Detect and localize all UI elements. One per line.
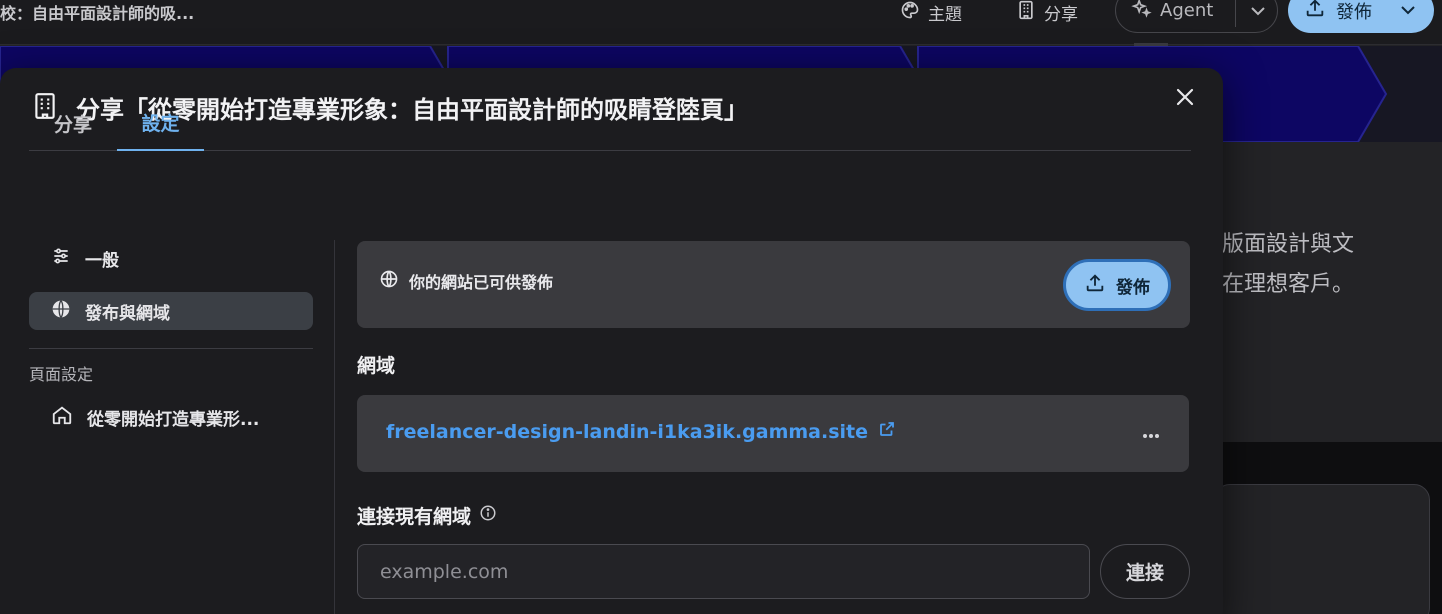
divider	[334, 240, 335, 614]
agent-button[interactable]: Agent	[1115, 0, 1278, 33]
domain-heading: 網域	[357, 355, 396, 377]
chevron-down-icon[interactable]	[1246, 0, 1270, 28]
publish-message-text: 你的網站已可供發佈	[409, 273, 554, 292]
connect-button[interactable]: 連接	[1100, 544, 1190, 599]
custom-domain-heading-text: 連接現有網域	[357, 506, 472, 528]
external-link-icon	[878, 420, 896, 443]
agent-label: Agent	[1160, 0, 1214, 21]
tab-share[interactable]: 分享	[29, 96, 117, 151]
publish-top-label: 發佈	[1336, 1, 1372, 23]
publish-button[interactable]: 發佈	[1063, 259, 1171, 311]
sliders-icon	[51, 246, 71, 271]
share-button[interactable]: 分享	[1016, 0, 1078, 25]
chevron-down-icon[interactable]	[1396, 0, 1420, 27]
divider	[1235, 0, 1236, 27]
palette-icon	[900, 0, 920, 25]
tab-settings[interactable]: 設定	[117, 96, 204, 151]
share-label: 分享	[1044, 4, 1078, 25]
more-icon	[1142, 424, 1160, 443]
sidebar-item-label: 一般	[85, 250, 119, 271]
globe-icon	[51, 299, 71, 324]
divider	[29, 348, 313, 349]
publish-status-card: 你的網站已可供發佈 發佈	[357, 241, 1190, 328]
canvas-text: 版面設計與文	[1222, 232, 1355, 257]
building-icon	[1016, 0, 1036, 25]
sidebar-item-label: 發布與網域	[85, 303, 170, 324]
dialog-tabs: 分享 設定	[29, 96, 1191, 151]
upload-icon	[1304, 0, 1326, 24]
publish-button-label: 發佈	[1116, 277, 1150, 298]
theme-label: 主題	[928, 4, 962, 25]
top-toolbar: 校：自由平面設計師的吸... 主題 分享 Agent 發佈	[0, 0, 1442, 45]
domain-link[interactable]: freelancer-design-landin-i1ka3ik.gamma.s…	[386, 420, 896, 443]
domain-url: freelancer-design-landin-i1ka3ik.gamma.s…	[386, 420, 869, 443]
sidebar-item-publish-domain[interactable]: 發布與網域	[29, 292, 313, 330]
publish-message: 你的網站已可供發佈	[379, 269, 553, 293]
home-icon	[51, 404, 73, 431]
custom-domain-input[interactable]	[357, 544, 1090, 599]
domain-card: freelancer-design-landin-i1ka3ik.gamma.s…	[357, 395, 1189, 472]
sidebar-item-label: 從零開始打造專業形...	[87, 409, 260, 430]
canvas-card	[1214, 484, 1430, 614]
sidebar-item-page[interactable]: 從零開始打造專業形...	[29, 398, 313, 436]
canvas-text: 在理想客戶。	[1222, 272, 1355, 297]
theme-button[interactable]: 主題	[900, 0, 962, 25]
document-title[interactable]: 校：自由平面設計師的吸...	[0, 0, 194, 24]
publish-top-button[interactable]: 發佈	[1288, 0, 1434, 33]
globe-icon	[379, 269, 399, 293]
sparkle-icon	[1130, 0, 1152, 24]
section-title: 頁面設定	[29, 365, 94, 384]
info-icon[interactable]	[479, 504, 497, 527]
more-options-button[interactable]	[1137, 421, 1165, 445]
upload-icon	[1084, 272, 1106, 299]
custom-domain-heading: 連接現有網域	[357, 502, 497, 529]
sidebar-item-general[interactable]: 一般	[29, 239, 313, 277]
